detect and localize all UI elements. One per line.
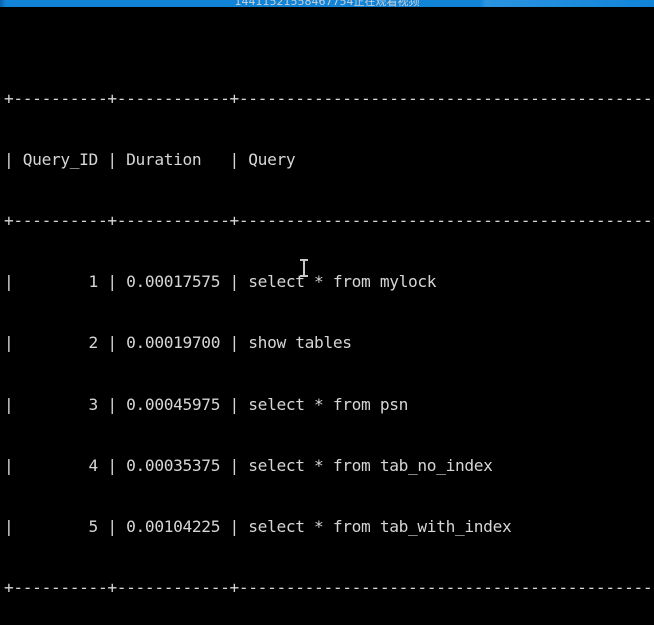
profiles-table-top-border: +----------+------------+---------------… xyxy=(0,89,654,109)
table-row: | 4 | 0.00035375 | select * from tab_no_… xyxy=(0,456,654,476)
profiles-table-header-border: +----------+------------+---------------… xyxy=(0,211,654,231)
table-row: | 2 | 0.00019700 | show tables | xyxy=(0,333,654,353)
table-row: | 1 | 0.00017575 | select * from mylock … xyxy=(0,272,654,292)
viewer-banner-text: 14411521558467754正在观看视频 xyxy=(0,0,654,9)
table-row: | 5 | 0.00104225 | select * from tab_wit… xyxy=(0,517,654,537)
table-row: | 3 | 0.00045975 | select * from psn | xyxy=(0,395,654,415)
terminal-console[interactable]: +----------+------------+---------------… xyxy=(0,7,654,625)
profiles-table-header: | Query_ID | Duration | Query | xyxy=(0,150,654,170)
profiles-table-bottom-border: +----------+------------+---------------… xyxy=(0,578,654,598)
